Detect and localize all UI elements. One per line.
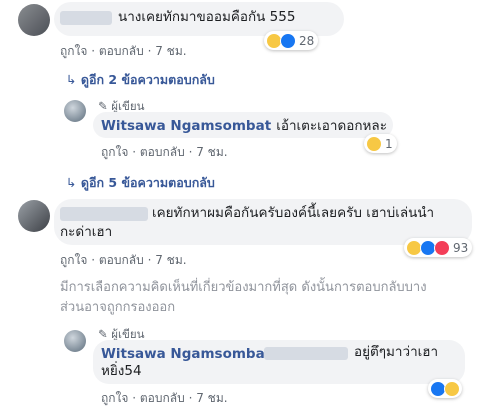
haha-icon	[444, 380, 460, 397]
timestamp[interactable]: 7 ชม.	[155, 253, 186, 267]
commenter-avatar[interactable]	[18, 4, 50, 36]
love-icon	[434, 239, 450, 256]
reply-arrow-icon: ↳	[66, 175, 77, 190]
comment-text: นางเคยทักมาขออมคือกัน 555	[118, 9, 296, 25]
reply-link[interactable]: ตอบกลับ	[140, 391, 185, 405]
redacted-name	[60, 11, 112, 25]
comment-actions: ถูกใจ · ตอบกลับ · 7 ชม.	[60, 253, 187, 267]
view-more-replies[interactable]: ↳ ดูอีก 5 ข้อความตอบกลับ	[66, 173, 215, 193]
reply-actions: ถูกใจ · ตอบกลับ · 7 ชม.	[101, 145, 228, 159]
reaction-count: 93	[453, 240, 469, 255]
pencil-icon: ✎	[98, 327, 108, 341]
reply-text-line2: หยิ่ง54	[101, 363, 142, 379]
like-icon	[280, 32, 296, 49]
pencil-icon: ✎	[98, 99, 108, 113]
comment-text-line1: เคยทักหาผมคือกันครับองค์นี้เลยครับ เฮาบ่…	[152, 205, 435, 221]
reaction-count: 1	[385, 136, 393, 151]
filter-notice-line1: มีการเลือกความคิดเห็นที่เกี่ยวข้องมากที่…	[60, 280, 427, 295]
view-more-replies[interactable]: ↳ ดูอีก 2 ข้อความตอบกลับ	[66, 70, 215, 90]
commenter-avatar[interactable]	[18, 200, 50, 232]
reply-text: เอ้าเตะเอาดอกหละ	[276, 118, 387, 134]
filter-notice-line2: ส่วนอาจถูกกรองออก	[60, 300, 176, 315]
reaction-summary[interactable]: 1	[364, 134, 397, 153]
like-link[interactable]: ถูกใจ	[101, 145, 128, 159]
redacted-name	[60, 207, 148, 221]
reply-content-line1: Witsawa Ngamsombat	[101, 343, 271, 362]
author-name[interactable]: Witsawa Ngamsombat	[101, 346, 271, 362]
reaction-summary[interactable]	[428, 379, 462, 398]
author-name[interactable]: Witsawa Ngamsombat	[101, 118, 271, 134]
like-link[interactable]: ถูกใจ	[60, 253, 87, 267]
reply-link[interactable]: ตอบกลับ	[99, 44, 144, 58]
reaction-count: 28	[299, 33, 315, 48]
reaction-summary[interactable]: 28	[264, 31, 319, 50]
comment-actions: ถูกใจ · ตอบกลับ · 7 ชม.	[60, 44, 187, 58]
timestamp[interactable]: 7 ชม.	[196, 145, 227, 159]
reply-text-line1: อยู่ตึๆมาว่าเฮา	[354, 344, 439, 360]
haha-icon	[366, 135, 382, 152]
reply-content: Witsawa Ngamsombat เอ้าเตะเอาดอกหละ	[101, 115, 387, 136]
author-avatar[interactable]	[64, 330, 86, 352]
reply-link[interactable]: ตอบกลับ	[99, 253, 144, 267]
redacted-mention	[264, 347, 348, 360]
like-link[interactable]: ถูกใจ	[60, 44, 87, 58]
reaction-summary[interactable]: 93	[404, 238, 473, 257]
timestamp[interactable]: 7 ชม.	[196, 391, 227, 405]
reply-link[interactable]: ตอบกลับ	[140, 145, 185, 159]
timestamp[interactable]: 7 ชม.	[155, 44, 186, 58]
like-link[interactable]: ถูกใจ	[101, 391, 128, 405]
reply-arrow-icon: ↳	[66, 72, 77, 87]
reply-actions: ถูกใจ · ตอบกลับ · 7 ชม.	[101, 391, 228, 405]
author-avatar[interactable]	[64, 100, 86, 122]
comment-text-line2: กะด่าเฮา	[60, 224, 113, 240]
